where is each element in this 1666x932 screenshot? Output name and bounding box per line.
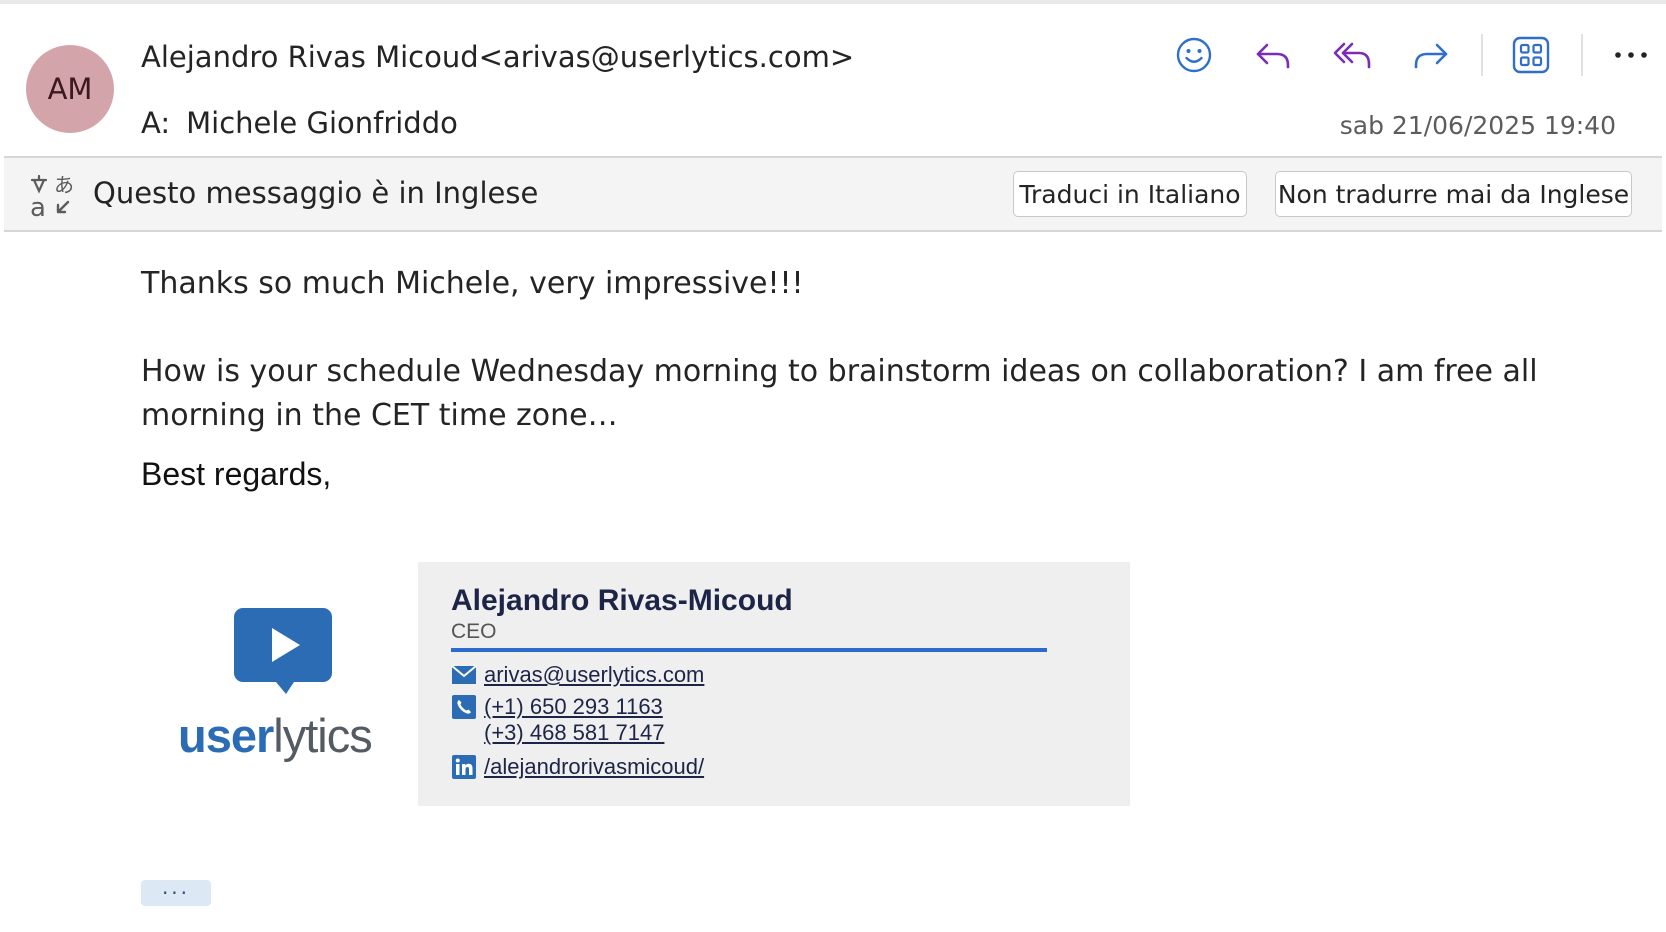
- phone-icon: [451, 694, 477, 720]
- apps-grid-icon: [1512, 36, 1550, 74]
- message-actions-toolbar: [1165, 28, 1666, 82]
- signature-phone-1-link[interactable]: (+1) 650 293 1163: [484, 694, 663, 720]
- never-translate-button[interactable]: Non tradurre mai da Inglese: [1275, 171, 1632, 217]
- more-actions-button[interactable]: [1602, 28, 1660, 82]
- svg-text:a: a: [30, 193, 46, 220]
- closing-text: Best regards,: [141, 456, 332, 492]
- to-label: A:: [141, 106, 171, 140]
- more-icon: [1615, 52, 1647, 58]
- reply-icon: [1256, 43, 1290, 69]
- toolbar-separator: [1581, 34, 1583, 76]
- signature-linkedin-link[interactable]: /alejandrorivasmicoud/: [484, 754, 704, 780]
- recipient-name[interactable]: Michele Gionfriddo: [186, 106, 458, 140]
- video-play-icon: [234, 608, 332, 694]
- signature-card: Alejandro Rivas-Micoud CEO arivas@userly…: [418, 562, 1130, 806]
- reply-all-icon: [1333, 42, 1371, 69]
- avatar[interactable]: AM: [26, 45, 114, 133]
- translation-message: Questo messaggio è in Inglese: [93, 176, 539, 210]
- signature-phone-2-row: (+3) 468 581 7147: [451, 720, 664, 746]
- linkedin-icon: [451, 754, 477, 780]
- logo-wordmark: userlytics: [178, 708, 373, 763]
- svg-text:あ: あ: [54, 173, 74, 197]
- signature-email-row: arivas@userlytics.com: [451, 662, 704, 688]
- body-paragraph-2: How is your schedule Wednesday morning t…: [141, 354, 1538, 433]
- message-datetime: sab 21/06/2025 19:40: [1339, 111, 1616, 140]
- react-button[interactable]: [1165, 28, 1223, 82]
- forward-icon: [1414, 43, 1448, 69]
- signature-email-link[interactable]: arivas@userlytics.com: [484, 662, 704, 688]
- avatar-initials: AM: [47, 72, 93, 106]
- show-more-button[interactable]: ···: [141, 880, 211, 906]
- signature-phone-row: (+1) 650 293 1163: [451, 694, 663, 720]
- userlytics-logo: userlytics: [168, 598, 398, 768]
- forward-button[interactable]: [1402, 28, 1460, 82]
- body-paragraph-1: Thanks so much Michele, very impressive!…: [141, 266, 804, 301]
- recipient-line: A: Michele Gionfriddo: [141, 106, 458, 140]
- top-divider: [0, 0, 1666, 4]
- signature-linkedin-row: /alejandrorivasmicoud/: [451, 754, 704, 780]
- signature-phone-2-link[interactable]: (+3) 468 581 7147: [484, 720, 664, 746]
- apps-button[interactable]: [1502, 28, 1560, 82]
- logo-word-bold: user: [178, 709, 274, 762]
- logo-word-light: lytics: [273, 709, 372, 762]
- smiley-icon: [1176, 37, 1212, 73]
- toolbar-separator: [1481, 34, 1483, 76]
- translation-bar: あ a Questo messaggio è in Inglese Traduc…: [4, 156, 1662, 232]
- signature-title: CEO: [451, 620, 497, 643]
- reply-all-button[interactable]: [1323, 28, 1381, 82]
- sender-line[interactable]: Alejandro Rivas Micoud<arivas@userlytics…: [141, 40, 854, 74]
- translate-button[interactable]: Traduci in Italiano: [1013, 171, 1247, 217]
- reply-button[interactable]: [1244, 28, 1302, 82]
- translate-icon: あ a: [30, 173, 74, 220]
- envelope-icon: [451, 662, 477, 688]
- signature-name: Alejandro Rivas-Micoud: [451, 584, 793, 617]
- signature-divider: [451, 648, 1047, 652]
